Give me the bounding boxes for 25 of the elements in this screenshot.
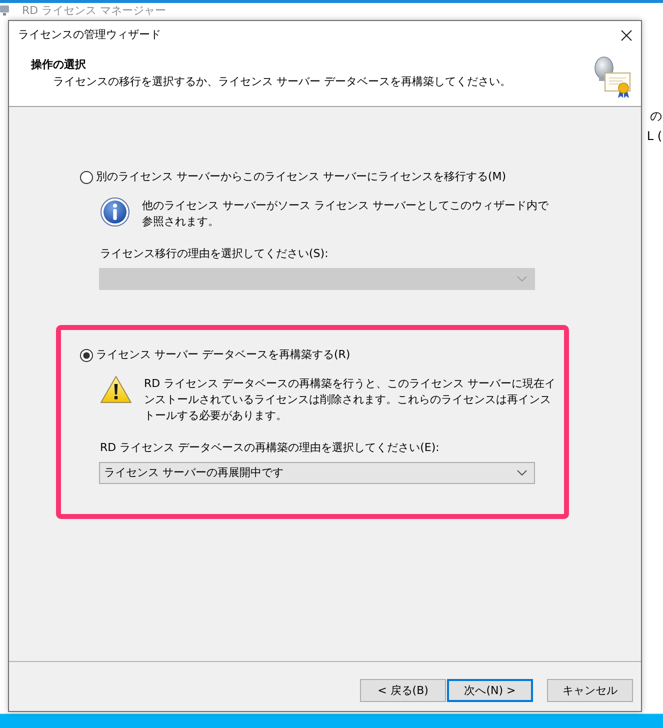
page-heading: 操作の選択 [31,57,86,73]
chevron-down-icon [517,276,527,282]
radio-label[interactable]: 別のライセンス サーバーからこのライセンス サーバーにライセンスを移行する(M) [96,169,506,185]
field-label: RD ライセンス データベースの再構築の理由を選択してください(E): [100,440,440,456]
warning-icon [100,375,132,404]
certificate-icon [593,55,631,99]
reason-dropdown[interactable]: ライセンス サーバーの再展開中です [99,462,535,484]
wizard-button[interactable]: < 戻る(B) [360,679,446,702]
wizard-button[interactable]: 次へ(N) > [447,679,533,702]
field-label: ライセンス移行の理由を選択してください(S): [100,246,328,262]
dialog-title: ライセンスの管理ウィザード [18,27,161,43]
close-icon [620,30,632,40]
panel-text: の [650,108,662,124]
radio-label[interactable]: ライセンス サーバー データベースを再構築する(R) [96,347,350,363]
chevron-down-icon [517,470,527,476]
wizard-button[interactable]: キャンセル [547,679,633,702]
page-description: ライセンスの移行を選択するか、ライセンス サーバー データベースを再構築してください。 [53,74,511,90]
info-icon [100,197,130,227]
note-text: 他のライセンス サーバーがソース ライセンス サーバーとしてこのウィザード内で参照されます。 [142,198,550,230]
radio-button[interactable] [80,348,93,362]
radio-button[interactable] [80,170,93,184]
window-title: RD ライセンス マネージャー [22,4,166,18]
note-text: RD ライセンス データベースの再構築を行うと、このライセンス サーバーに現在インストールされているライセンスは削除されます。これらのライセンスは再インストールする必要があります。 [144,376,556,424]
monitor-icon [0,5,10,16]
panel-text: L ( [646,128,662,144]
